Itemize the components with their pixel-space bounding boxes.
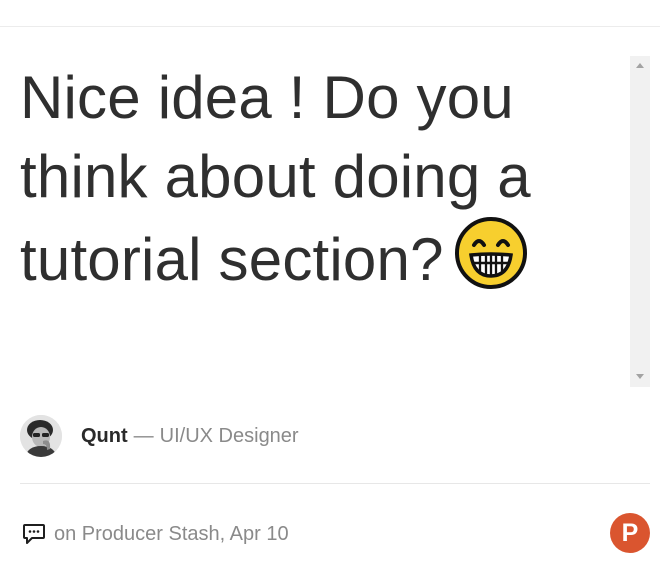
product-hunt-logo[interactable]: P [610,513,650,553]
author-role: UI/UX Designer [159,424,299,447]
footer-divider [20,483,650,484]
avatar[interactable] [20,415,62,457]
scroll-down-arrow-icon[interactable] [636,374,644,379]
comment-card: Nice idea ! Do you think about doing a t… [0,0,660,565]
comment-meta: on Producer Stash, Apr 10 [22,518,289,550]
grinning-face-emoji [454,217,527,289]
comment-source-date[interactable]: on Producer Stash, Apr 10 [54,523,289,546]
author-row: Qunt — UI/UX Designer [20,414,299,458]
product-hunt-logo-letter: P [621,518,639,547]
scroll-up-arrow-icon[interactable] [636,63,644,68]
comment-scrollbar[interactable] [630,56,650,387]
author-name[interactable]: Qunt [81,425,128,448]
comment-text: Nice idea ! Do you think about doing a t… [20,58,622,299]
comment-body[interactable]: Nice idea ! Do you think about doing a t… [20,58,622,388]
top-divider [0,26,660,27]
author-separator: — [133,424,154,447]
comment-icon [23,524,45,544]
avatar-image [20,415,62,457]
